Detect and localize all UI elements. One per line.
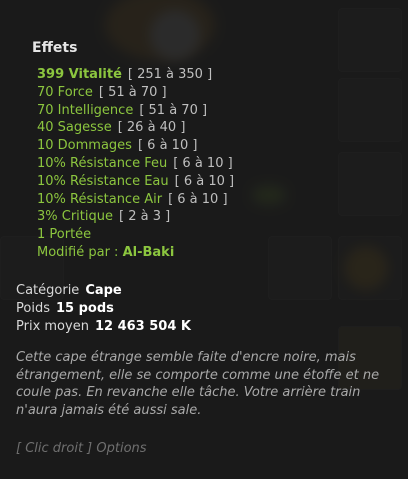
effects-title: Effets xyxy=(32,40,78,56)
item-properties: Catégorie Cape Poids 15 pods Prix moyen 12 … xyxy=(16,282,191,336)
effect-line: 10% Résistance Feu[ 6 à 10 ] xyxy=(37,155,233,171)
effect-line: 40 Sagesse[ 26 à 40 ] xyxy=(37,120,186,136)
effect-line: 3% Critique[ 2 à 3 ] xyxy=(37,209,171,225)
effect-line: 10% Résistance Eau[ 6 à 10 ] xyxy=(37,173,235,189)
category-row: Catégorie Cape xyxy=(16,283,122,298)
modified-by-label: Modifié par : xyxy=(37,245,119,260)
modified-by: Modifié par : Al-Baki xyxy=(37,245,174,260)
effect-line: 70 Intelligence[ 51 à 70 ] xyxy=(37,102,208,118)
effects-list: 399 Vitalité[ 251 à 350 ] 70 Force[ 51 à… xyxy=(37,66,234,244)
modified-by-name: Al-Baki xyxy=(122,245,175,260)
effect-line: 10% Résistance Air[ 6 à 10 ] xyxy=(37,191,228,207)
effect-line: 399 Vitalité[ 251 à 350 ] xyxy=(37,67,213,82)
effect-line: 10 Dommages[ 6 à 10 ] xyxy=(37,138,198,154)
item-description: Cette cape étrange semble faite d'encre … xyxy=(16,350,380,418)
price-row: Prix moyen 12 463 504 K xyxy=(16,319,191,334)
item-tooltip: Effets 399 Vitalité[ 251 à 350 ] 70 Forc… xyxy=(0,0,408,479)
right-click-hint: [ Clic droit ] Options xyxy=(16,441,147,456)
weight-row: Poids 15 pods xyxy=(16,301,114,316)
effect-line: 70 Force[ 51 à 70 ] xyxy=(37,84,167,100)
effect-line: 1 Portée xyxy=(37,227,92,243)
